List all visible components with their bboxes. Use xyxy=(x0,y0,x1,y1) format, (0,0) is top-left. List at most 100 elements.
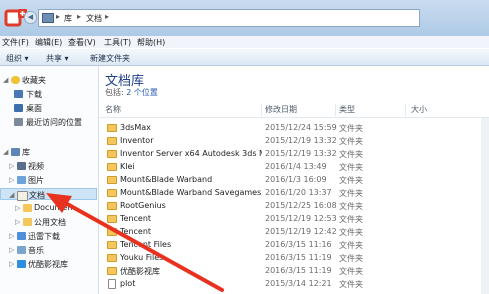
breadcrumb-documents[interactable]: 文档 xyxy=(86,13,102,24)
folder-icon xyxy=(107,267,117,275)
file-name: 3dsMax xyxy=(120,123,151,132)
expand-icon[interactable]: ▷ xyxy=(9,176,14,184)
file-type: 文件夹 xyxy=(339,202,363,211)
collapse-icon[interactable]: ◢ xyxy=(3,148,8,156)
file-modified-date: 2016/1/3 16:09 xyxy=(265,175,327,184)
expand-icon[interactable]: ▷ xyxy=(9,232,14,240)
file-type: 文件夹 xyxy=(339,254,363,263)
folder-icon xyxy=(107,124,117,132)
file-name: Tencent xyxy=(120,214,152,223)
column-divider[interactable] xyxy=(335,104,336,116)
folder-icon xyxy=(107,137,117,145)
file-name: 优酷影视库 xyxy=(120,267,160,276)
nav-public-documents[interactable]: ▷ 公用文档 xyxy=(0,216,97,228)
expand-icon[interactable]: ▷ xyxy=(15,204,20,212)
expand-icon[interactable]: ▷ xyxy=(15,218,20,226)
youku-icon xyxy=(17,260,26,268)
column-header-type[interactable]: 类型 xyxy=(339,104,355,116)
nav-label: 库 xyxy=(22,148,30,157)
menu-tools[interactable]: 工具(T) xyxy=(104,37,131,48)
breadcrumb-separator-icon: ▸ xyxy=(105,12,110,21)
collapse-icon[interactable]: ◢ xyxy=(9,191,14,199)
video-icon xyxy=(17,162,26,170)
menu-edit[interactable]: 编辑(E) xyxy=(35,37,62,48)
breadcrumb-library[interactable]: 库 xyxy=(64,13,72,24)
menu-file[interactable]: 文件(F) xyxy=(2,37,29,48)
menu-view[interactable]: 查看(V) xyxy=(68,37,96,48)
nav-music[interactable]: ▷ 音乐 xyxy=(0,244,97,256)
file-modified-date: 2015/12/19 13:32 xyxy=(265,136,337,145)
file-row[interactable]: RootGenius 2015/12/25 16:08 文件夹 xyxy=(99,200,489,212)
expand-icon[interactable]: ▷ xyxy=(9,246,14,254)
nav-downloads[interactable]: 下载 xyxy=(0,88,97,100)
nav-youku[interactable]: ▷ 优酷影视库 xyxy=(0,258,97,270)
file-name: Youku Files xyxy=(120,253,164,262)
file-name: Mount&Blade Warband Savegames xyxy=(120,188,262,197)
library-locations-link[interactable]: 2 个位置 xyxy=(126,88,158,97)
nav-label: 公用文档 xyxy=(34,218,66,227)
address-bar[interactable]: ▸ 库 ▸ 文档 ▸ xyxy=(38,9,420,27)
nav-thunder[interactable]: ▷ 迅雷下载 xyxy=(0,230,97,242)
file-modified-date: 2016/3/15 11:19 xyxy=(265,266,332,275)
file-name: Mount&Blade Warband xyxy=(120,175,213,184)
nav-videos[interactable]: ▷ 视频 xyxy=(0,160,97,172)
nav-my-documents[interactable]: ▷ Documen xyxy=(0,202,97,214)
file-row[interactable]: 优酷影视库 2016/3/15 11:19 文件夹 xyxy=(99,265,489,277)
organize-button[interactable]: 组织 ▾ xyxy=(6,53,29,64)
file-row[interactable]: Tencent Files 2016/3/15 11:16 文件夹 xyxy=(99,239,489,251)
column-header-size[interactable]: 大小 xyxy=(411,104,427,116)
file-modified-date: 2016/1/20 13:37 xyxy=(265,188,332,197)
column-header-name[interactable]: 名称 xyxy=(105,104,121,116)
nav-pictures[interactable]: ▷ 图片 xyxy=(0,174,97,186)
column-divider[interactable] xyxy=(261,104,262,116)
file-row[interactable]: Tencent 2015/12/19 12:53 文件夹 xyxy=(99,213,489,225)
nav-documents[interactable]: ◢ 文档 xyxy=(0,188,97,201)
download-icon xyxy=(14,90,23,98)
column-header-modified[interactable]: 修改日期 xyxy=(265,104,297,116)
file-row[interactable]: Inventor 2015/12/19 13:32 文件夹 xyxy=(99,135,489,147)
command-bar: 组织 ▾ 共享 ▾ 新建文件夹 xyxy=(0,49,489,66)
file-name: Inventor xyxy=(120,136,154,145)
file-row[interactable]: Youku Files 2016/3/15 11:19 文件夹 xyxy=(99,252,489,264)
folder-icon xyxy=(107,150,117,158)
nav-label: 优酷影视库 xyxy=(28,260,68,269)
nav-libraries[interactable]: ◢ 库 xyxy=(0,146,97,158)
menu-help[interactable]: 帮助(H) xyxy=(137,37,165,48)
file-row[interactable]: Mount&Blade Warband Savegames 2016/1/20 1… xyxy=(99,187,489,199)
file-type: 文件夹 xyxy=(339,267,363,276)
file-row[interactable]: Inventor Server x64 Autodesk 3ds M... 201… xyxy=(99,148,489,160)
picture-icon xyxy=(17,176,26,184)
file-modified-date: 2016/1/4 13:49 xyxy=(265,162,327,171)
column-divider[interactable] xyxy=(405,104,406,116)
back-button[interactable]: ◀ xyxy=(24,11,37,24)
file-row[interactable]: plot 2015/3/14 12:21 文件夹 xyxy=(99,278,489,290)
new-folder-button[interactable]: 新建文件夹 xyxy=(90,53,130,64)
expand-icon[interactable]: ▷ xyxy=(9,260,14,268)
expand-icon[interactable]: ▷ xyxy=(9,162,14,170)
file-row[interactable]: Klei 2016/1/4 13:49 文件夹 xyxy=(99,161,489,173)
nav-label: 收藏夹 xyxy=(22,76,46,85)
file-row[interactable]: 3dsMax 2015/12/24 15:59 文件夹 xyxy=(99,122,489,134)
content-pane: 文档库 包括: 2 个位置 名称 修改日期 类型 大小 3dsMax 2015/1… xyxy=(99,66,489,294)
collapse-icon[interactable]: ◢ xyxy=(3,76,8,84)
library-icon xyxy=(11,148,20,156)
navigation-pane: ◢ 收藏夹 下载 桌面 最近访问的位置 ◢ 库 ▷ 视频 ▷ 图片 ◢ 文档 ▷… xyxy=(0,66,99,294)
nav-desktop[interactable]: 桌面 xyxy=(0,102,97,114)
file-name: RootGenius xyxy=(120,201,166,210)
file-name: Tencent xyxy=(120,227,152,236)
vertical-scrollbar[interactable] xyxy=(481,118,489,294)
share-button[interactable]: 共享 ▾ xyxy=(46,53,69,64)
nav-recent[interactable]: 最近访问的位置 xyxy=(0,116,97,128)
library-includes-label: 包括: xyxy=(105,88,124,97)
recent-places-icon xyxy=(14,118,23,126)
folder-icon xyxy=(23,204,32,212)
file-row[interactable]: Tencent 2015/12/19 12:42 文件夹 xyxy=(99,226,489,238)
file-modified-date: 2015/3/14 12:21 xyxy=(265,279,332,288)
nav-label: Documen xyxy=(34,203,73,212)
nav-favorites[interactable]: ◢ 收藏夹 xyxy=(0,74,97,86)
library-subtitle: 包括: 2 个位置 xyxy=(105,87,158,98)
file-row[interactable]: Mount&Blade Warband 2016/1/3 16:09 文件夹 xyxy=(99,174,489,186)
file-modified-date: 2015/12/24 15:59 xyxy=(265,123,337,132)
nav-label: 迅雷下载 xyxy=(28,232,60,241)
folder-icon xyxy=(107,215,117,223)
